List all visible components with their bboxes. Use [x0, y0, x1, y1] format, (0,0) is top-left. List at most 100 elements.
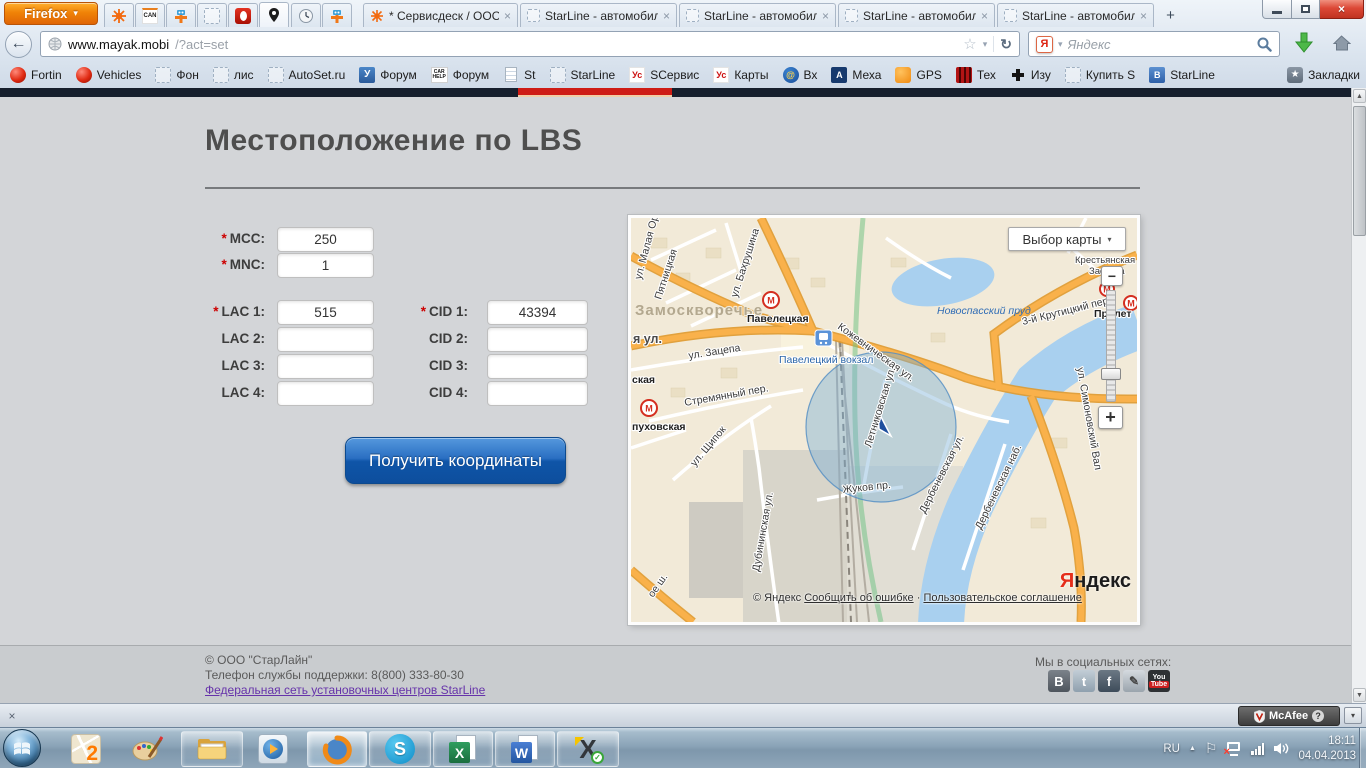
bookmark-starline[interactable]: StarLine [543, 67, 623, 83]
tab-starline-2[interactable]: StarLine - автомобил... × [679, 3, 836, 27]
app-tab-blank[interactable] [197, 3, 227, 27]
app-tab-clock[interactable] [291, 3, 321, 27]
bookmark-vehicles[interactable]: Vehicles [69, 67, 149, 83]
tab-close-icon[interactable]: × [1140, 9, 1147, 23]
bookmark-star-icon[interactable]: ☆ [963, 35, 976, 53]
tab-close-icon[interactable]: × [981, 9, 988, 23]
bookmark-forum-carhelp[interactable]: CAR HELPФорум [424, 67, 496, 83]
search-engine-dropdown-icon[interactable]: ▾ [1058, 39, 1063, 50]
taskbar-firefox[interactable] [307, 731, 367, 767]
search-box[interactable]: Я ▾ [1028, 31, 1280, 57]
taskbar-2gis[interactable]: 2 [66, 731, 106, 767]
scroll-up-icon[interactable]: ▲ [1353, 89, 1366, 103]
home-button[interactable] [1332, 35, 1351, 56]
bookmark-vh[interactable]: @Вх [776, 67, 825, 83]
cid1-input[interactable] [487, 300, 588, 325]
tab-close-icon[interactable]: × [822, 9, 829, 23]
show-bookmarks-button[interactable]: ★ Закладки [1287, 61, 1360, 88]
tab-close-icon[interactable]: × [504, 9, 511, 23]
bookmark-autoset[interactable]: AutoSet.ru [261, 67, 353, 83]
yandex-logo[interactable]: Яндекс [1059, 570, 1131, 593]
twitter-icon[interactable]: t [1073, 670, 1095, 692]
tab-starline-3[interactable]: StarLine - автомобил... × [838, 3, 995, 27]
scroll-down-icon[interactable]: ▼ [1353, 688, 1366, 702]
downloads-button[interactable] [1294, 32, 1314, 59]
mnc-input[interactable] [277, 253, 374, 278]
search-input[interactable] [1068, 37, 1252, 52]
app-tab-starline[interactable] [104, 3, 134, 27]
back-button[interactable]: ← [5, 31, 32, 58]
get-coordinates-button[interactable]: Получить координаты [345, 437, 566, 484]
tab-starline-1[interactable]: StarLine - автомобил... × [520, 3, 677, 27]
close-button[interactable]: × [1320, 0, 1364, 19]
lac3-input[interactable] [277, 354, 374, 379]
app-tab-can[interactable]: CAN [135, 3, 165, 27]
start-button[interactable] [3, 729, 41, 767]
addon-bar-close-icon[interactable]: × [4, 708, 20, 724]
scrollbar[interactable]: ▲ ▼ [1351, 88, 1366, 703]
taskbar-excel[interactable]: X [433, 731, 493, 767]
bookmark-sservice[interactable]: УсSСервис [622, 67, 706, 83]
zoom-out-button[interactable]: − [1101, 266, 1123, 286]
scrollbar-thumb[interactable] [1353, 106, 1366, 236]
firefox-menu-button[interactable]: Firefox ▾ [4, 2, 98, 25]
search-icon[interactable] [1257, 37, 1272, 52]
app-tab-robot-2[interactable] [322, 3, 352, 27]
yandex-map[interactable]: М М М М [628, 215, 1140, 625]
bookmark-karty[interactable]: УсКарты [706, 67, 775, 83]
zoom-slider-thumb[interactable] [1101, 368, 1121, 380]
bookmark-fon[interactable]: Фон [148, 67, 205, 83]
bookmark-fortin[interactable]: Fortin [3, 67, 69, 83]
zoom-slider-track[interactable] [1106, 290, 1116, 402]
app-tab-robot-1[interactable] [166, 3, 196, 27]
site-nav-active-item[interactable] [518, 88, 672, 95]
youtube-icon[interactable]: YouTube [1148, 670, 1170, 692]
cid4-input[interactable] [487, 381, 588, 406]
vk-icon[interactable]: B [1048, 670, 1070, 692]
bookmark-forum-u[interactable]: УФорум [352, 67, 423, 83]
bookmark-starline-b[interactable]: BStarLine [1142, 67, 1222, 83]
cid2-input[interactable] [487, 327, 588, 352]
app-tab-mayak-active[interactable] [259, 2, 289, 27]
bookmark-kupit[interactable]: Купить S [1058, 67, 1142, 83]
clock[interactable]: 18:11 04.04.2013 [1298, 734, 1356, 764]
mcafee-widget[interactable]: McAfee ? [1238, 706, 1340, 726]
language-indicator[interactable]: RU [1163, 743, 1180, 755]
action-center-flag-icon[interactable]: ⚐ [1205, 740, 1218, 757]
new-tab-button[interactable]: + [1158, 5, 1183, 25]
restore-button[interactable] [1292, 0, 1320, 19]
bookmark-tex[interactable]: Тех [949, 67, 1003, 83]
map-type-chooser[interactable]: Выбор карты ▾ [1008, 227, 1126, 251]
reload-icon[interactable]: ↻ [1000, 36, 1012, 53]
taskbar-wmp[interactable] [253, 731, 293, 767]
tab-close-icon[interactable]: × [663, 9, 670, 23]
facebook-icon[interactable]: f [1098, 670, 1120, 692]
url-dropdown-icon[interactable]: ▾ [983, 39, 988, 50]
zoom-in-button[interactable]: + [1098, 406, 1123, 429]
taskbar-paint[interactable] [127, 731, 167, 767]
app-tab-red[interactable] [228, 3, 258, 27]
bookmark-st[interactable]: St [496, 67, 542, 83]
taskbar-skype[interactable]: S [369, 731, 431, 767]
tab-starline-4[interactable]: StarLine - автомобил... × [997, 3, 1154, 27]
footer-starline-link[interactable]: Федеральная сеть установочных центров St… [205, 683, 485, 697]
livejournal-icon[interactable]: ✎ [1123, 670, 1145, 692]
lac1-input[interactable] [277, 300, 374, 325]
mcc-input[interactable] [277, 227, 374, 252]
bookmark-gps[interactable]: GPS [888, 67, 948, 83]
speaker-icon[interactable] [1273, 742, 1289, 755]
network-status-icon[interactable]: × [1226, 742, 1242, 756]
tray-expand-icon[interactable]: ▲ [1189, 745, 1196, 752]
url-bar[interactable]: www.mayak.mobi/?act=set ☆ ▾ ↻ [40, 31, 1020, 57]
mcafee-help-icon[interactable]: ? [1312, 710, 1324, 722]
user-agreement-link[interactable]: Пользовательское соглашение [923, 592, 1081, 604]
taskbar-xapp[interactable]: X✓ [557, 731, 619, 767]
lac4-input[interactable] [277, 381, 374, 406]
minimize-button[interactable] [1262, 0, 1292, 19]
mcafee-dropdown-icon[interactable]: ▾ [1344, 707, 1362, 724]
show-desktop-button[interactable] [1359, 728, 1366, 768]
taskbar-word[interactable]: W [495, 731, 555, 767]
bookmark-mexa[interactable]: AМеха [824, 67, 888, 83]
cid3-input[interactable] [487, 354, 588, 379]
yandex-icon[interactable]: Я [1036, 36, 1053, 53]
